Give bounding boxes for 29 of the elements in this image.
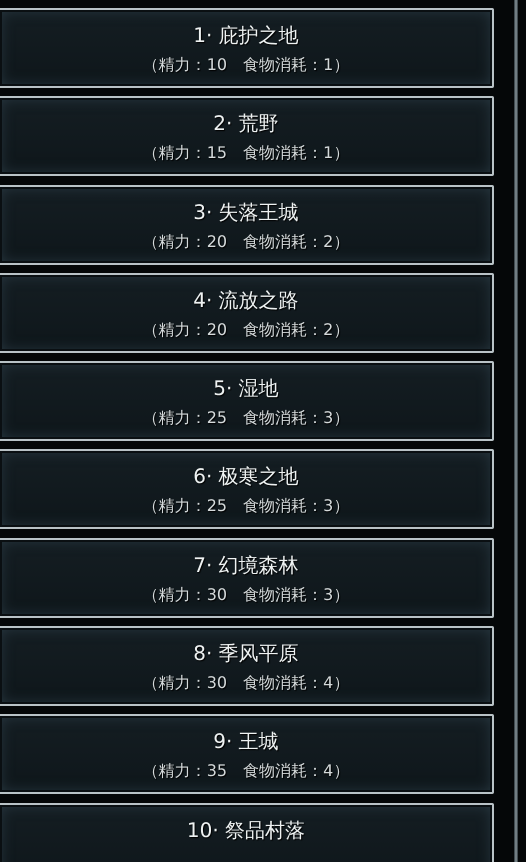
stage-title: 6· 极寒之地 [193,463,299,490]
stage-card[interactable]: 7· 幻境森林 （精力：30 食物消耗：3） [0,538,494,618]
stage-title: 4· 流放之路 [193,286,299,313]
stage-card[interactable]: 1· 庇护之地 （精力：10 食物消耗：1） [0,8,494,88]
stage-cost: （精力：30 食物消耗：4） [142,672,350,694]
stage-cost: （精力：20 食物消耗：2） [142,230,350,253]
stage-title: 3· 失落王城 [193,198,299,225]
stage-title: 8· 季风平原 [193,640,299,666]
stage-cost: （精力：25 食物消耗：3） [142,407,350,430]
stage-title: 9· 王城 [213,728,279,754]
stage-card[interactable]: 5· 湿地 （精力：25 食物消耗：3） [0,361,494,442]
stage-title: 5· 湿地 [213,375,279,402]
stage-cost: （精力：15 食物消耗：1） [142,142,350,164]
stage-card[interactable]: 2· 荒野 （精力：15 食物消耗：1） [0,96,494,176]
stage-card[interactable]: 8· 季风平原 （精力：30 食物消耗：4） [0,626,494,706]
stage-cost: （精力：10 食物消耗：1） [142,54,350,76]
stage-card[interactable]: 10· 祭品村落 [0,802,494,862]
stage-cost: （精力：30 食物消耗：3） [142,584,350,606]
stage-card[interactable]: 3· 失落王城 （精力：20 食物消耗：2） [0,184,494,265]
stage-cost: （精力：20 食物消耗：2） [142,318,350,341]
stage-cost: （精力：35 食物消耗：4） [142,760,350,782]
stage-title: 1· 庇护之地 [193,22,299,48]
stage-card[interactable]: 4· 流放之路 （精力：20 食物消耗：2） [0,272,494,353]
stage-card[interactable]: 9· 王城 （精力：35 食物消耗：4） [0,714,494,794]
stage-title: 10· 祭品村落 [186,816,306,843]
stage-cost: （精力：25 食物消耗：3） [142,495,350,518]
stage-title: 2· 荒野 [213,110,279,136]
stage-card[interactable]: 6· 极寒之地 （精力：25 食物消耗：3） [0,449,494,530]
stage-title: 7· 幻境森林 [193,552,299,578]
